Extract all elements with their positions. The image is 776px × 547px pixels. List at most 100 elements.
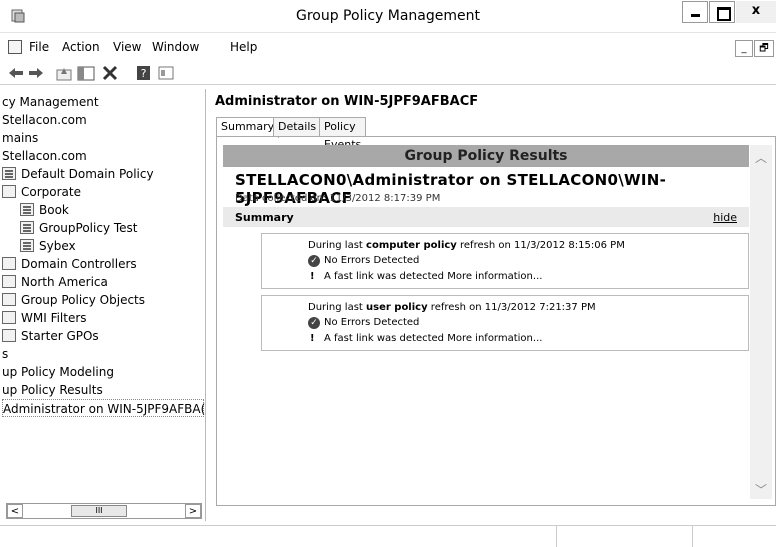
tree-item-gp-results[interactable]: up Policy Results xyxy=(2,381,103,399)
tree-item-sybex[interactable]: Sybex xyxy=(20,237,76,255)
console-icon[interactable] xyxy=(8,40,22,54)
delete-icon[interactable] xyxy=(100,63,120,83)
chevron-down-icon[interactable]: ﹀ xyxy=(754,481,768,497)
computer-note[interactable]: A fast link was detected More informatio… xyxy=(324,271,542,282)
tree-item-label: North America xyxy=(21,275,108,289)
forward-arrow-icon[interactable] xyxy=(26,63,46,83)
refresh-suffix: refresh on 11/3/2012 7:21:37 PM xyxy=(427,302,596,313)
up-folder-icon[interactable] xyxy=(54,63,74,83)
gpo-link-icon xyxy=(20,203,34,216)
tree-item-grouppolicy-test[interactable]: GroupPolicy Test xyxy=(20,219,138,237)
menu-view[interactable]: View xyxy=(113,40,141,54)
folder-icon xyxy=(2,293,16,306)
menu-help[interactable]: Help xyxy=(230,40,257,54)
gpo-link-icon xyxy=(2,167,16,180)
scroll-thumb[interactable]: III xyxy=(71,505,127,517)
tree-item-label: GroupPolicy Test xyxy=(39,221,138,235)
toolbar: ? xyxy=(0,61,776,85)
report-panel: Group Policy Results STELLACON0\Administ… xyxy=(216,136,776,506)
minimize-button[interactable] xyxy=(682,1,708,23)
tree-horizontal-scrollbar[interactable]: < III > xyxy=(6,503,202,519)
tree-item-label: Book xyxy=(39,203,69,217)
data-collected-text: Data collected on: 11/3/2012 8:17:39 PM xyxy=(235,193,441,204)
refresh-prefix: During last xyxy=(308,302,367,313)
child-minimize-button[interactable]: _ xyxy=(735,40,753,57)
ou-icon xyxy=(2,275,16,288)
page-title: Administrator on WIN-5JPF9AFBACF xyxy=(215,94,479,109)
scroll-left-button[interactable]: < xyxy=(7,504,23,518)
tree-item-label: Administrator on WIN-5JPF9AFBA( xyxy=(3,402,206,416)
report-vertical-scrollbar[interactable]: ︿ ﹀ xyxy=(750,145,772,499)
tree-item-domains[interactable]: mains xyxy=(2,129,38,147)
user-refresh-line: During last user policy refresh on 11/3/… xyxy=(308,302,596,313)
tree-item-root[interactable]: cy Management xyxy=(2,93,99,111)
check-icon: ✓ xyxy=(308,317,320,329)
tree-item-label: Domain Controllers xyxy=(21,257,137,271)
refresh-prefix: During last xyxy=(308,240,367,251)
chevron-up-icon[interactable]: ︿ xyxy=(754,149,768,165)
user-note[interactable]: A fast link was detected More informatio… xyxy=(324,333,542,344)
tab-policy-events[interactable]: Policy Events xyxy=(319,117,367,151)
tree-item-forest[interactable]: Stellacon.com xyxy=(2,111,87,129)
tree-item-label: cy Management xyxy=(2,95,99,109)
tree-item-corporate[interactable]: Corporate xyxy=(2,183,81,201)
tree-item-book[interactable]: Book xyxy=(20,201,69,219)
tree-item-north-america[interactable]: North America xyxy=(2,273,108,291)
menu-window[interactable]: Window xyxy=(152,40,199,54)
ou-icon xyxy=(2,185,16,198)
computer-refresh-line: During last computer policy refresh on 1… xyxy=(308,240,625,251)
computer-status: No Errors Detected xyxy=(324,255,420,266)
tab-summary[interactable]: Summary xyxy=(216,117,280,138)
tree-item-default-domain-policy[interactable]: Default Domain Policy xyxy=(2,165,154,183)
properties-icon[interactable] xyxy=(156,63,176,83)
menu-action[interactable]: Action xyxy=(62,40,100,54)
exclamation-icon: ! xyxy=(310,271,315,282)
details-pane: Administrator on WIN-5JPF9AFBACF Summary… xyxy=(211,89,776,521)
status-segment xyxy=(556,526,692,547)
tree-item-group-policy-objects[interactable]: Group Policy Objects xyxy=(2,291,145,309)
ou-icon xyxy=(2,257,16,270)
tree-item-domain[interactable]: Stellacon.com xyxy=(2,147,87,165)
maximize-button[interactable] xyxy=(709,1,735,23)
gpo-link-icon xyxy=(20,221,34,234)
computer-policy-box: During last computer policy refresh on 1… xyxy=(261,233,749,289)
tree-item-label: up Policy Modeling xyxy=(2,365,114,379)
folder-icon xyxy=(2,311,16,324)
menu-file[interactable]: File xyxy=(29,40,49,54)
policy-type: computer policy xyxy=(366,240,457,251)
tree-item-label: Stellacon.com xyxy=(2,149,87,163)
check-icon: ✓ xyxy=(308,255,320,267)
scroll-right-button[interactable]: > xyxy=(185,504,201,518)
close-button[interactable]: x xyxy=(736,1,776,23)
tree-item-starter-gpos[interactable]: Starter GPOs xyxy=(2,327,99,345)
tree-item-sites[interactable]: s xyxy=(2,345,8,363)
title-bar: Group Policy Management x xyxy=(0,0,776,33)
hide-link[interactable]: hide xyxy=(713,211,737,224)
results-header: Group Policy Results xyxy=(223,145,749,167)
child-restore-button[interactable]: 🗗 xyxy=(754,40,774,57)
help-icon[interactable]: ? xyxy=(134,63,154,83)
tree-item-label: Sybex xyxy=(39,239,76,253)
console-tree[interactable]: cy Management Stellacon.com mains Stella… xyxy=(0,89,206,521)
tree-item-gp-modeling[interactable]: up Policy Modeling xyxy=(2,363,114,381)
svg-text:?: ? xyxy=(141,67,147,80)
back-arrow-icon[interactable] xyxy=(6,63,26,83)
tab-details[interactable]: Details xyxy=(273,117,322,137)
tree-item-label: mains xyxy=(2,131,39,145)
tree-item-domain-controllers[interactable]: Domain Controllers xyxy=(2,255,137,273)
tree-item-label: WMI Filters xyxy=(21,311,87,325)
folder-icon xyxy=(2,329,16,342)
policy-type: user policy xyxy=(366,302,428,313)
user-policy-box: During last user policy refresh on 11/3/… xyxy=(261,295,749,351)
tree-item-label: Corporate xyxy=(21,185,81,199)
show-hide-tree-icon[interactable] xyxy=(76,63,96,83)
window-title: Group Policy Management xyxy=(295,8,481,24)
tree-item-administrator-result[interactable]: Administrator on WIN-5JPF9AFBA( xyxy=(2,399,206,417)
menu-bar: File Action View Window Help xyxy=(0,37,776,59)
tree-item-label: Stellacon.com xyxy=(2,113,87,127)
tree-item-label: up Policy Results xyxy=(2,383,103,397)
exclamation-icon: ! xyxy=(310,333,315,344)
tree-item-wmi-filters[interactable]: WMI Filters xyxy=(2,309,87,327)
user-status: No Errors Detected xyxy=(324,317,420,328)
tree-item-label: s xyxy=(2,347,9,361)
